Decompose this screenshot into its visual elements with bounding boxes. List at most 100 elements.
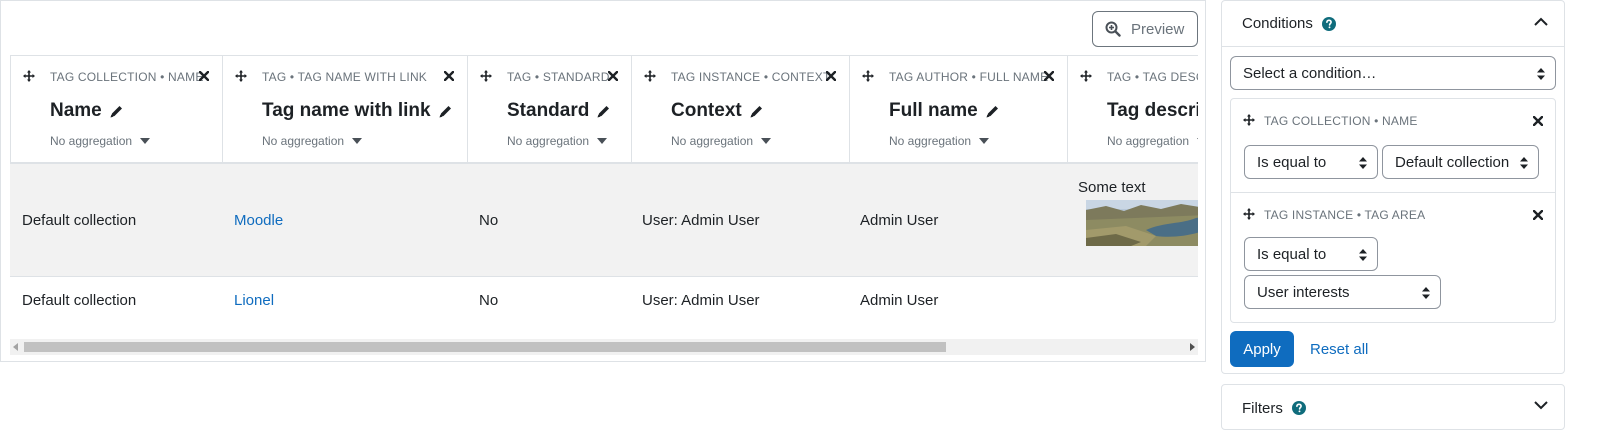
cell-full-name: Admin User [860,211,939,229]
column-title[interactable]: Full name [889,100,1000,122]
caret-down-icon [352,138,363,144]
filters-header[interactable]: Filters [1222,385,1564,431]
caret-down-icon [597,138,608,144]
scroll-right-icon[interactable] [1190,343,1195,351]
column-header-standard: TAG • STANDARD Standard No aggregation [468,56,632,163]
delete-condition-icon[interactable] [1533,210,1543,220]
caret-down-icon [979,138,990,144]
column-header-full-name: TAG AUTHOR • FULL NAME Full name No aggr… [850,56,1068,163]
pencil-icon[interactable] [596,104,611,119]
delete-column-icon[interactable] [444,71,454,81]
help-icon[interactable] [1291,401,1306,415]
tag-link[interactable]: Lionel [234,292,274,309]
cell-tag: Moodle [234,164,283,276]
move-icon[interactable] [1243,208,1255,220]
select-arrows-icon [1520,157,1528,169]
condition-item: TAG INSTANCE • TAG AREA Is equal to User… [1230,193,1556,323]
column-header-context: TAG INSTANCE • CONTEXT Context No aggreg… [632,56,850,163]
delete-column-icon[interactable] [608,71,618,81]
column-header-tag-name-with-link: TAG • TAG NAME WITH LINK Tag name with l… [223,56,468,163]
description-image [1086,200,1198,246]
conditions-title: Conditions [1242,15,1313,32]
column-title[interactable]: Context [671,100,764,122]
move-icon[interactable] [23,70,35,82]
cell-collection: Default collection [22,291,137,309]
pencil-icon[interactable] [749,104,764,119]
condition-source: TAG COLLECTION • NAME [1264,114,1418,128]
move-icon[interactable] [480,70,492,82]
cell-tag: Lionel [234,277,274,323]
value-select[interactable]: User interests [1244,275,1441,309]
column-source: TAG COLLECTION • NAME [50,70,204,84]
aggregation-dropdown[interactable]: No aggregation [50,134,151,148]
cell-standard: No [479,291,499,309]
move-icon[interactable] [644,70,656,82]
table-header: TAG COLLECTION • NAME Name No aggregatio… [10,55,1198,164]
chevron-up-icon[interactable] [1534,17,1548,26]
scroll-left-icon[interactable] [13,343,18,351]
move-icon[interactable] [862,70,874,82]
aggregation-dropdown[interactable]: No aggregation [671,134,772,148]
zoom-in-icon [1105,21,1121,37]
scrollbar-thumb[interactable] [24,342,946,352]
operator-select[interactable]: Is equal to [1244,237,1378,271]
delete-column-icon[interactable] [199,71,209,81]
preview-button[interactable]: Preview [1092,11,1198,47]
report-editor: Preview TAG COLLECTION • NAME Name No ag… [0,0,1206,362]
apply-button[interactable]: Apply [1230,331,1294,367]
conditions-header[interactable]: Conditions [1222,1,1564,47]
operator-select[interactable]: Is equal to [1244,145,1378,179]
table-row: Default collection Moodle No User: Admin… [10,164,1198,277]
filters-panel: Filters [1221,384,1565,430]
report-table: TAG COLLECTION • NAME Name No aggregatio… [10,55,1198,339]
caret-down-icon [761,138,772,144]
column-header-tag-description: TAG • TAG DESCRIPTION Tag description No… [1068,56,1198,163]
column-title[interactable]: Tag description [1107,100,1198,122]
delete-condition-icon[interactable] [1533,116,1543,126]
column-title[interactable]: Name [50,100,124,122]
cell-collection: Default collection [22,211,137,229]
pencil-icon[interactable] [985,104,1000,119]
cell-standard: No [479,211,499,229]
column-source: TAG INSTANCE • CONTEXT [671,70,831,84]
select-arrows-icon [1359,157,1367,169]
tag-link[interactable]: Moodle [234,212,283,229]
horizontal-scrollbar[interactable] [10,339,1198,355]
caret-down-icon [140,138,151,144]
aggregation-dropdown[interactable]: No aggregation [262,134,363,148]
pencil-icon[interactable] [438,104,453,119]
aggregation-dropdown[interactable]: No aggregation [889,134,990,148]
cell-full-name: Admin User [860,291,939,309]
delete-column-icon[interactable] [1044,71,1054,81]
chevron-down-icon[interactable] [1534,401,1548,410]
caret-down-icon [1197,138,1198,144]
aggregation-dropdown[interactable]: No aggregation [1107,134,1198,148]
condition-source: TAG INSTANCE • TAG AREA [1264,208,1426,222]
select-arrows-icon [1359,249,1367,261]
reset-all-link[interactable]: Reset all [1310,341,1368,358]
move-icon[interactable] [235,70,247,82]
preview-label: Preview [1131,20,1185,38]
conditions-panel: Conditions Select a condition… TAG COLLE… [1221,0,1565,374]
delete-column-icon[interactable] [826,71,836,81]
filters-title: Filters [1242,399,1283,417]
condition-select[interactable]: Select a condition… [1230,56,1556,90]
column-source: TAG • STANDARD [507,70,610,84]
select-arrows-icon [1537,68,1545,80]
move-icon[interactable] [1080,70,1092,82]
select-arrows-icon [1422,287,1430,299]
pencil-icon[interactable] [109,104,124,119]
table-row: Default collection Lionel No User: Admin… [10,277,1198,323]
cell-description: Some text [1078,179,1146,196]
cell-context: User: Admin User [642,211,760,229]
help-icon[interactable] [1321,16,1336,31]
condition-item: TAG COLLECTION • NAME Is equal to Defaul… [1230,98,1556,193]
value-select[interactable]: Default collection [1382,145,1539,179]
column-header-name: TAG COLLECTION • NAME Name No aggregatio… [11,56,223,163]
column-source: TAG AUTHOR • FULL NAME [889,70,1049,84]
column-title[interactable]: Standard [507,100,611,122]
aggregation-dropdown[interactable]: No aggregation [507,134,608,148]
move-icon[interactable] [1243,114,1255,126]
cell-context: User: Admin User [642,291,760,309]
column-title[interactable]: Tag name with link [262,100,453,122]
